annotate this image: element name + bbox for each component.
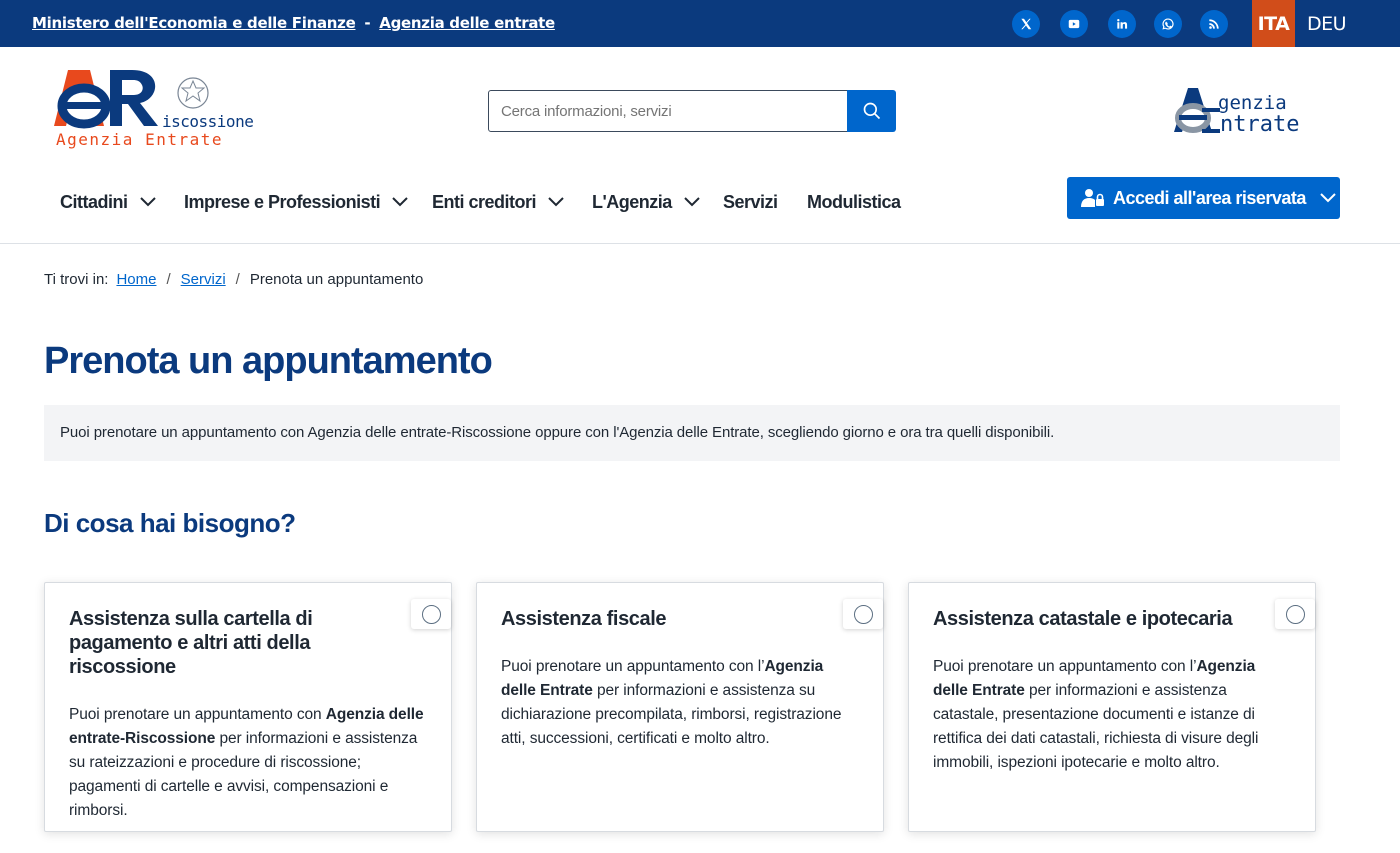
intro-text: Puoi prenotare un appuntamento con Agenz… [44,405,1340,461]
search-icon [863,102,880,120]
service-card-fiscale[interactable]: Assistenza fiscale Puoi prenotare un app… [476,582,884,832]
nav-item-modulistica[interactable]: Modulistica [807,188,901,216]
login-label: Accedi all'area riservata [1113,187,1306,208]
service-card-catastale[interactable]: Assistenza catastale e ipotecaria Puoi p… [908,582,1316,832]
nav-item-label: Enti creditori [432,191,537,212]
top-bar: Ministero dell'Economia e delle Finanze … [0,0,1400,47]
section-title: Di cosa hai bisogno? [44,508,296,538]
card-description: Puoi prenotare un appuntamento con l’Age… [933,658,1259,771]
user-lock-icon [1081,189,1104,207]
chevron-down-icon [1320,193,1336,203]
breadcrumb-lead: Ti trovi in: [44,271,109,288]
breadcrumb-servizi-link[interactable]: Servizi [181,271,226,288]
breadcrumb-home-link[interactable]: Home [116,271,156,288]
breadcrumb-separator: / [166,271,171,288]
language-ita-button[interactable]: ITA [1252,0,1295,47]
card-title: Assistenza catastale e ipotecaria [933,608,1233,630]
page-title: Prenota un appuntamento [44,340,493,382]
x-icon[interactable] [1012,10,1040,38]
institutional-links: Ministero dell'Economia e delle Finanze … [32,14,555,32]
nav-item-enti-creditori[interactable]: Enti creditori [432,188,564,216]
card-title: Assistenza fiscale [501,608,667,630]
nav-item-agenzia[interactable]: L'Agenzia [592,188,700,216]
links-separator: - [364,14,371,32]
breadcrumb-separator: / [235,271,240,288]
chevron-down-icon [139,197,156,207]
youtube-icon[interactable] [1060,10,1088,38]
radio-button[interactable] [1285,604,1305,624]
nav-item-label: Servizi [723,191,778,212]
linkedin-icon[interactable] [1108,10,1136,38]
ader-logo-text-2: Agenzia Entrate [56,130,223,149]
nav-item-imprese[interactable]: Imprese e Professionisti [184,188,408,216]
chevron-down-icon [548,197,564,207]
service-card-riscossione[interactable]: Assistenza sulla cartella di pagamento e… [44,582,452,832]
search-input[interactable] [488,90,848,132]
card-title: Assistenza sulla cartella di pagamento e… [69,608,313,678]
card-description: Puoi prenotare un appuntamento con Agenz… [69,706,424,819]
card-radio-wrapper[interactable] [1275,599,1315,629]
nav-item-servizi[interactable]: Servizi [723,188,778,216]
ministry-link[interactable]: Ministero dell'Economia e delle Finanze [32,14,356,32]
nav-item-label: L'Agenzia [592,191,672,212]
login-reserved-area-button[interactable]: Accedi all'area riservata [1067,177,1340,219]
nav-item-label: Cittadini [60,191,128,212]
whatsapp-icon[interactable] [1154,10,1182,38]
agency-link[interactable]: Agenzia delle entrate [379,14,555,32]
card-radio-wrapper[interactable] [411,599,451,629]
ader-logo-text-1: iscossione [162,112,254,131]
agenzia-entrate-logo[interactable]: genzia ntrate [1172,84,1332,138]
chevron-down-icon [684,197,700,207]
breadcrumb: Ti trovi in: Home / Servizi / Prenota un… [44,271,423,288]
ae-logo-text-1: genzia [1218,92,1287,114]
ae-logo-text-2: ntrate [1220,112,1300,137]
rss-icon[interactable] [1200,10,1228,38]
chevron-down-icon [392,197,408,207]
search-button[interactable] [847,90,896,132]
nav-item-label: Imprese e Professionisti [184,191,381,212]
card-radio-wrapper[interactable] [843,599,883,629]
ader-logo[interactable]: iscossione Agenzia Entrate [54,68,276,152]
nav-item-label: Modulistica [807,191,901,212]
language-deu-button[interactable]: DEU [1307,0,1347,47]
nav-item-cittadini[interactable]: Cittadini [60,188,156,216]
card-description: Puoi prenotare un appuntamento con l’Age… [501,658,842,747]
radio-button[interactable] [421,604,441,624]
header-divider [0,243,1400,244]
breadcrumb-current: Prenota un appuntamento [249,271,424,288]
radio-button[interactable] [853,604,873,624]
